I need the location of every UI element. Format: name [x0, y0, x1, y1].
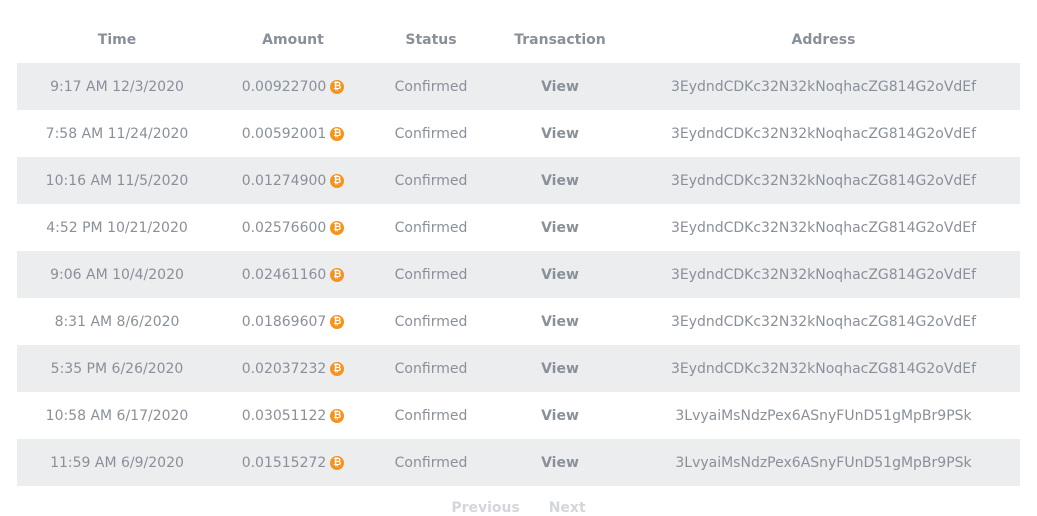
address-cell: 3EydndCDKc32N32kNoqhacZG814G2oVdEf [670, 78, 977, 95]
amount-value: 0.01515272 [241, 454, 327, 471]
view-transaction-link[interactable]: View [541, 220, 579, 236]
transaction-cell: View [493, 455, 627, 471]
table-row: 8:31 AM 8/6/2020 0.01869607 ₿ Confirmed … [17, 298, 1020, 345]
view-transaction-link[interactable]: View [541, 314, 579, 330]
status-cell: Confirmed [394, 266, 468, 283]
table-row: 11:59 AM 6/9/2020 0.01515272 ₿ Confirmed… [17, 439, 1020, 486]
view-transaction-link[interactable]: View [541, 126, 579, 142]
table-header: Time Amount Status Transaction Address [17, 16, 1020, 63]
bitcoin-icon: ₿ [330, 79, 345, 94]
bitcoin-icon: ₿ [330, 267, 345, 282]
status-cell: Confirmed [394, 407, 468, 424]
time-cell: 9:06 AM 10/4/2020 [50, 266, 184, 283]
amount-value: 0.03051122 [241, 407, 327, 424]
bitcoin-icon: ₿ [330, 455, 345, 470]
table-row: 9:17 AM 12/3/2020 0.00922700 ₿ Confirmed… [17, 63, 1020, 110]
time-cell: 5:35 PM 6/26/2020 [50, 360, 184, 377]
table-row: 10:58 AM 6/17/2020 0.03051122 ₿ Confirme… [17, 392, 1020, 439]
bitcoin-icon: ₿ [330, 314, 345, 329]
address-cell: 3EydndCDKc32N32kNoqhacZG814G2oVdEf [670, 172, 977, 189]
bitcoin-icon: ₿ [330, 408, 345, 423]
amount-value: 0.01274900 [241, 172, 327, 189]
time-cell: 10:16 AM 11/5/2020 [45, 172, 189, 189]
amount-value: 0.02037232 [241, 360, 327, 377]
header-status[interactable]: Status [369, 32, 493, 48]
header-transaction[interactable]: Transaction [493, 32, 627, 48]
time-cell: 4:52 PM 10/21/2020 [46, 219, 188, 236]
table-row: 5:35 PM 6/26/2020 0.02037232 ₿ Confirmed… [17, 345, 1020, 392]
transaction-cell: View [493, 126, 627, 142]
table-row: 10:16 AM 11/5/2020 0.01274900 ₿ Confirme… [17, 157, 1020, 204]
address-cell: 3EydndCDKc32N32kNoqhacZG814G2oVdEf [670, 313, 977, 330]
amount-value: 0.00922700 [241, 78, 327, 95]
header-amount[interactable]: Amount [217, 32, 369, 48]
view-transaction-link[interactable]: View [541, 455, 579, 471]
view-transaction-link[interactable]: View [541, 267, 579, 283]
header-address[interactable]: Address [627, 32, 1020, 48]
status-cell: Confirmed [394, 313, 468, 330]
table-row: 7:58 AM 11/24/2020 0.00592001 ₿ Confirme… [17, 110, 1020, 157]
bitcoin-icon: ₿ [330, 220, 345, 235]
time-cell: 8:31 AM 8/6/2020 [54, 313, 180, 330]
address-cell: 3EydndCDKc32N32kNoqhacZG814G2oVdEf [670, 125, 977, 142]
time-cell: 9:17 AM 12/3/2020 [50, 78, 184, 95]
table-row: 4:52 PM 10/21/2020 0.02576600 ₿ Confirme… [17, 204, 1020, 251]
bitcoin-icon: ₿ [330, 361, 345, 376]
transactions-table: Time Amount Status Transaction Address 9… [17, 16, 1020, 486]
view-transaction-link[interactable]: View [541, 173, 579, 189]
address-cell: 3EydndCDKc32N32kNoqhacZG814G2oVdEf [670, 360, 977, 377]
address-cell: 3LvyaiMsNdzPex6ASnyFUnD51gMpBr9PSk [675, 407, 972, 424]
transaction-cell: View [493, 220, 627, 236]
amount-value: 0.01869607 [241, 313, 327, 330]
time-cell: 10:58 AM 6/17/2020 [45, 407, 189, 424]
transaction-cell: View [493, 314, 627, 330]
amount-cell: 0.02461160 ₿ [217, 267, 369, 283]
transaction-cell: View [493, 267, 627, 283]
status-cell: Confirmed [394, 172, 468, 189]
amount-value: 0.00592001 [241, 125, 327, 142]
status-cell: Confirmed [394, 125, 468, 142]
amount-cell: 0.02037232 ₿ [217, 361, 369, 377]
status-cell: Confirmed [394, 78, 468, 95]
amount-cell: 0.03051122 ₿ [217, 408, 369, 424]
amount-cell: 0.01869607 ₿ [217, 314, 369, 330]
view-transaction-link[interactable]: View [541, 79, 579, 95]
time-cell: 11:59 AM 6/9/2020 [50, 454, 184, 471]
transaction-cell: View [493, 79, 627, 95]
time-cell: 7:58 AM 11/24/2020 [45, 125, 189, 142]
amount-cell: 0.01515272 ₿ [217, 455, 369, 471]
amount-cell: 0.00922700 ₿ [217, 79, 369, 95]
header-time[interactable]: Time [17, 32, 217, 48]
transaction-cell: View [493, 408, 627, 424]
status-cell: Confirmed [394, 360, 468, 377]
table-row: 9:06 AM 10/4/2020 0.02461160 ₿ Confirmed… [17, 251, 1020, 298]
bitcoin-icon: ₿ [330, 126, 345, 141]
amount-cell: 0.00592001 ₿ [217, 126, 369, 142]
amount-value: 0.02576600 [241, 219, 327, 236]
address-cell: 3LvyaiMsNdzPex6ASnyFUnD51gMpBr9PSk [675, 454, 972, 471]
transaction-cell: View [493, 173, 627, 189]
amount-cell: 0.02576600 ₿ [217, 220, 369, 236]
status-cell: Confirmed [394, 454, 468, 471]
status-cell: Confirmed [394, 219, 468, 236]
view-transaction-link[interactable]: View [541, 361, 579, 377]
view-transaction-link[interactable]: View [541, 408, 579, 424]
transaction-cell: View [493, 361, 627, 377]
address-cell: 3EydndCDKc32N32kNoqhacZG814G2oVdEf [670, 266, 977, 283]
address-cell: 3EydndCDKc32N32kNoqhacZG814G2oVdEf [670, 219, 977, 236]
amount-cell: 0.01274900 ₿ [217, 173, 369, 189]
bitcoin-icon: ₿ [330, 173, 345, 188]
amount-value: 0.02461160 [241, 266, 327, 283]
